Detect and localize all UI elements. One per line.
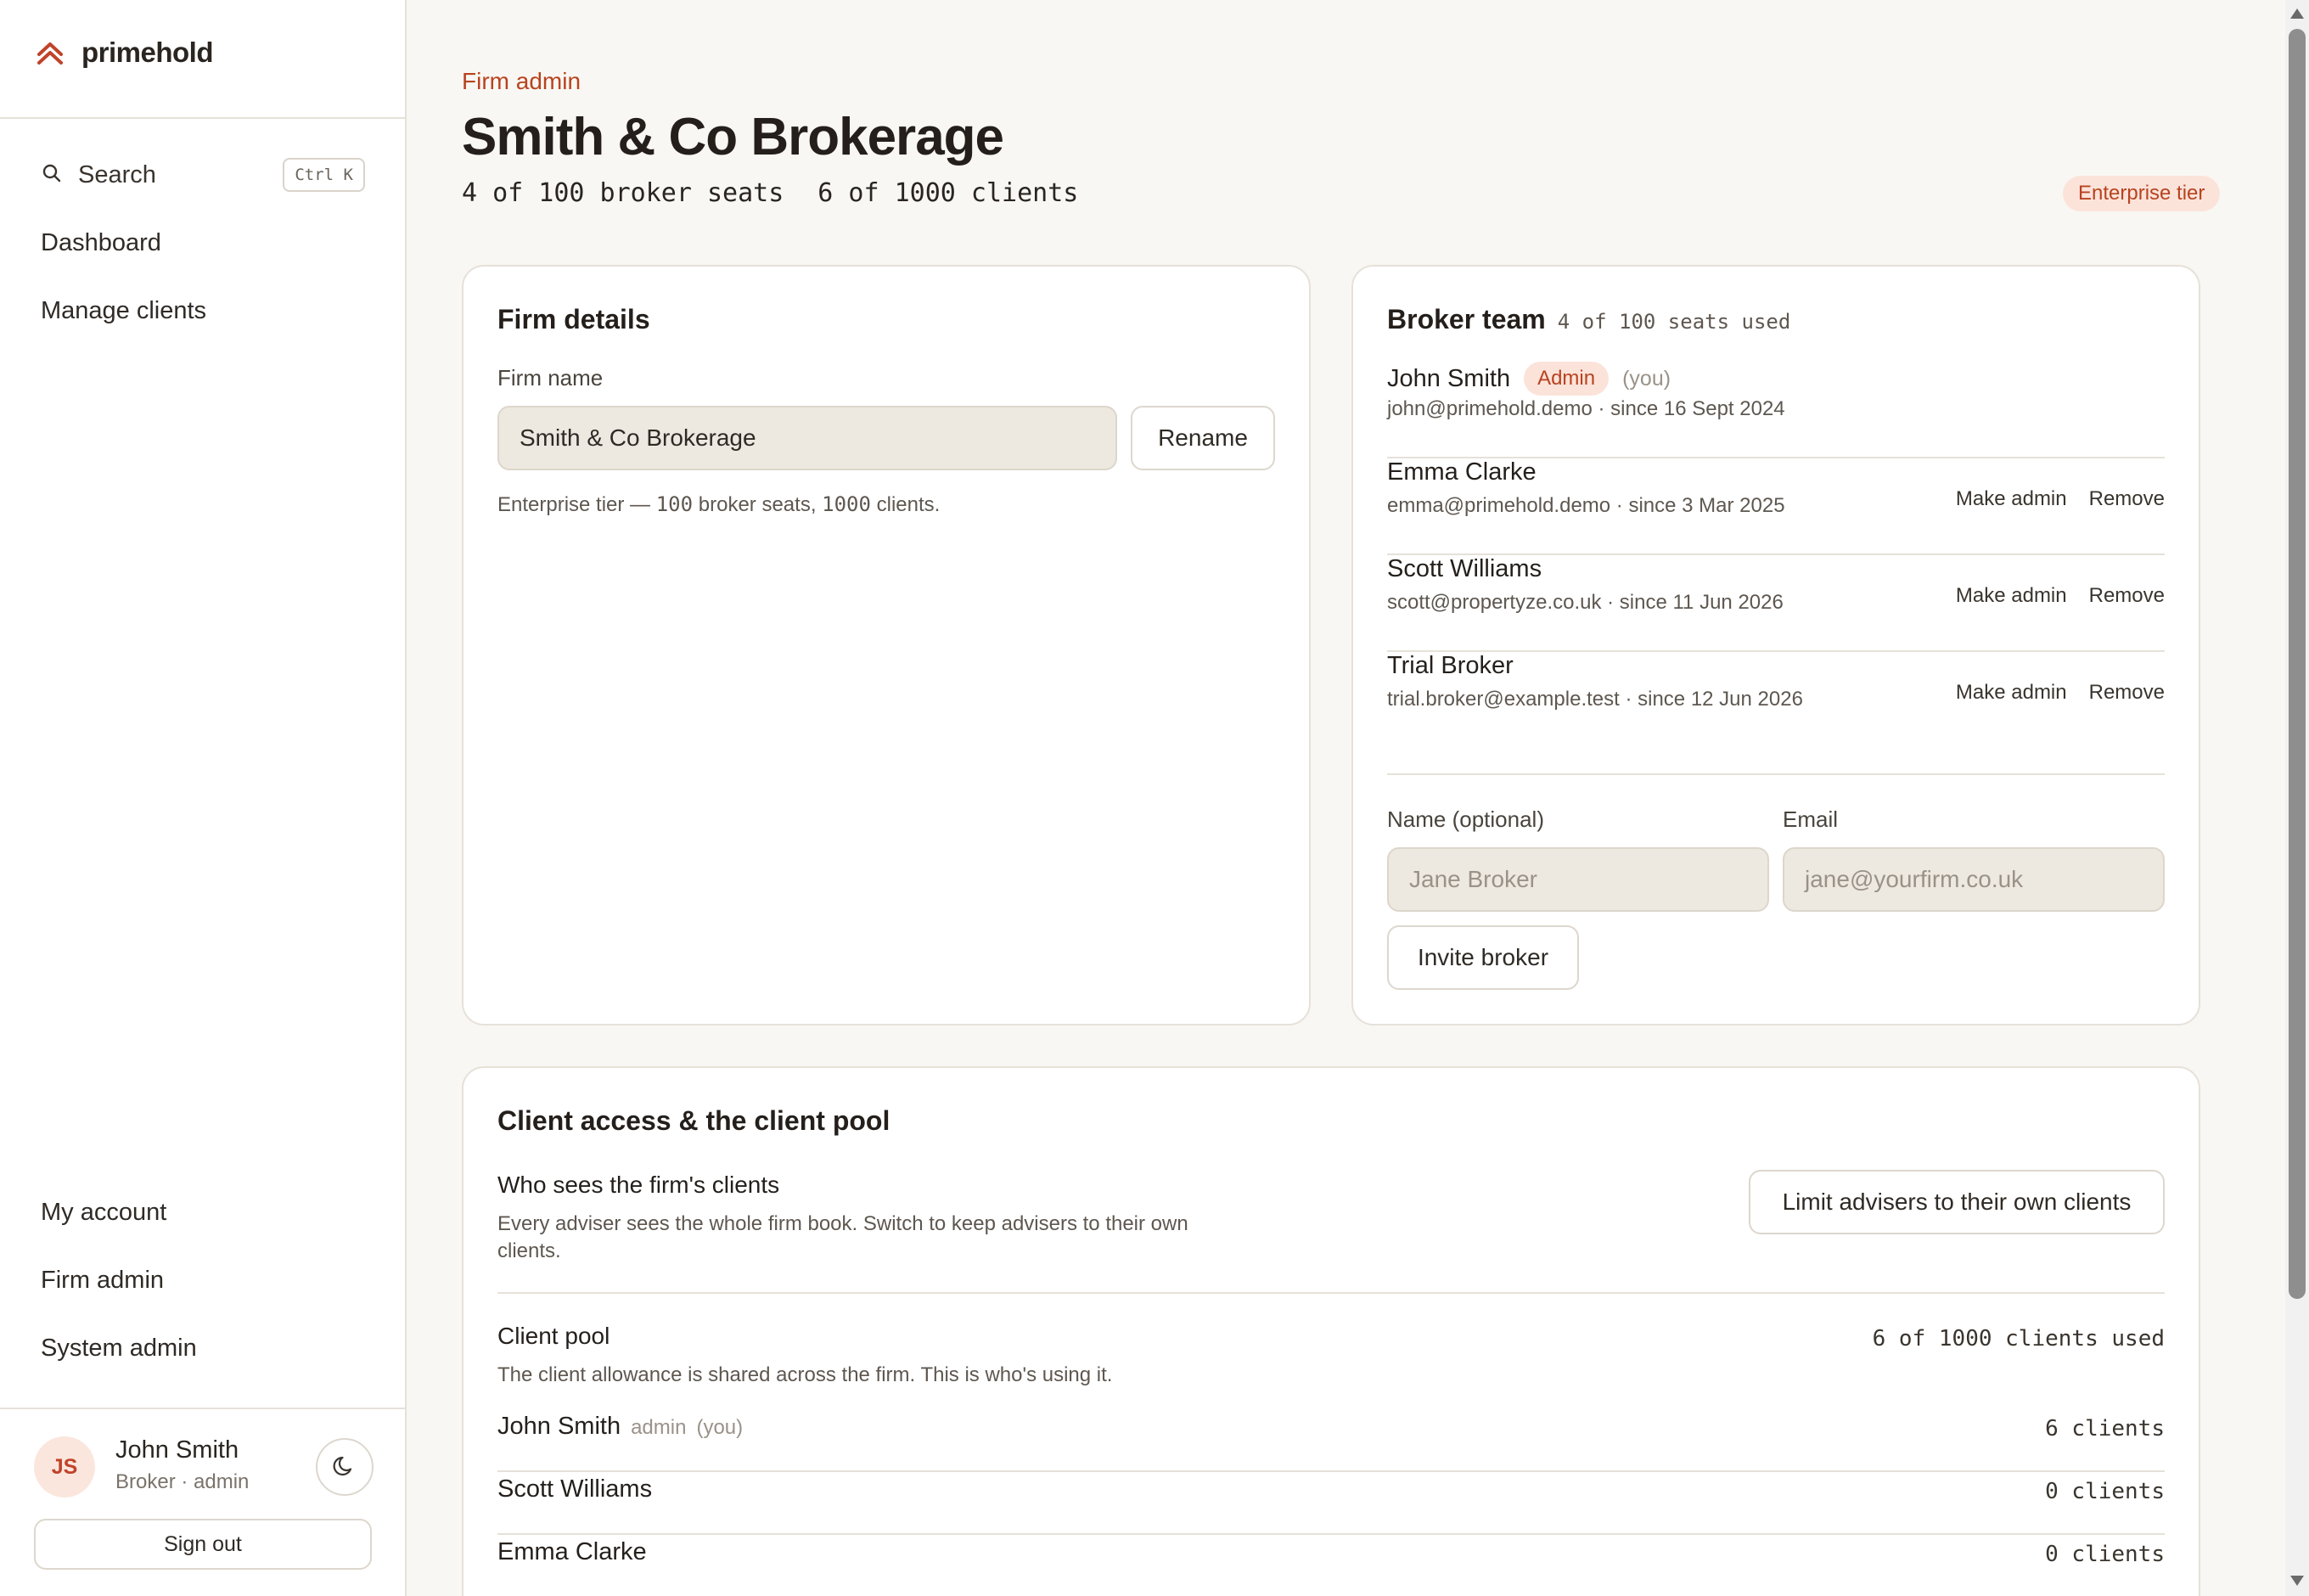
pool-member-role: admin [631, 1416, 687, 1439]
pool-client-count: 0 clients [2045, 1479, 2165, 1504]
you-indicator: (you) [696, 1416, 744, 1439]
rename-button[interactable]: Rename [1131, 406, 1275, 470]
tier-hint-prefix: Enterprise tier — [497, 493, 656, 516]
firm-stats: 4 of 100 broker seats 6 of 1000 clients [462, 178, 1078, 208]
invite-email-label: Email [1783, 806, 1839, 832]
section-divider [1387, 773, 2165, 775]
member-name: Emma Clarke [1387, 458, 1537, 486]
tier-hint-clients: 1000 [822, 492, 871, 516]
invite-name-input[interactable]: Jane Broker [1387, 847, 1769, 912]
client-pool-description: The client allowance is shared across th… [497, 1363, 1113, 1386]
page-eyebrow: Firm admin [462, 68, 581, 94]
user-name: John Smith [115, 1436, 239, 1464]
search-label: Search [78, 160, 156, 188]
scroll-up-arrow-icon[interactable] [2290, 8, 2304, 19]
you-indicator: (you) [1622, 366, 1671, 391]
scroll-down-arrow-icon[interactable] [2290, 1576, 2304, 1586]
app-logo[interactable]: primehold [34, 34, 214, 70]
remove-member-button[interactable]: Remove [2089, 681, 2165, 705]
invite-broker-button[interactable]: Invite broker [1387, 925, 1579, 990]
admin-badge: Admin [1524, 362, 1610, 396]
tier-hint-seats: 100 [655, 492, 694, 516]
member-meta: scott@propertyze.co.uk · since 11 Jun 20… [1387, 591, 1784, 614]
tier-hint-suffix: clients. [870, 493, 941, 516]
sidebar-item-firm-admin[interactable]: Firm admin [41, 1267, 164, 1295]
sidebar-item-system-admin[interactable]: System admin [41, 1335, 197, 1363]
visibility-description: Every adviser sees the whole firm book. … [497, 1212, 1188, 1262]
sidebar: primehold Search Ctrl K Dashboard Manage… [0, 0, 407, 1596]
pool-member-name: John Smith [497, 1413, 621, 1440]
moon-icon [332, 1453, 357, 1482]
scrollbar-thumb[interactable] [2289, 29, 2306, 1299]
sidebar-divider [0, 117, 405, 119]
broker-team-heading: Broker team [1387, 304, 1546, 334]
sidebar-item-manage-clients[interactable]: Manage clients [41, 297, 206, 325]
seats-stat: 4 of 100 broker seats [462, 178, 784, 208]
sidebar-search[interactable]: Search Ctrl K [41, 158, 365, 192]
seats-used: 4 of 100 seats used [1557, 310, 1791, 334]
pool-member-name: Scott Williams [497, 1475, 653, 1503]
make-admin-button[interactable]: Make admin [1956, 681, 2067, 705]
broker-team-title: Broker team 4 of 100 seats used [1387, 304, 1790, 335]
search-shortcut: Ctrl K [283, 158, 365, 192]
client-access-title: Client access & the client pool [497, 1105, 890, 1136]
avatar[interactable]: JS [34, 1436, 95, 1498]
remove-member-button[interactable]: Remove [2089, 584, 2165, 608]
pool-row: John Smith admin (you) 6 clients [497, 1406, 2165, 1469]
pool-row: Scott Williams 0 clients [497, 1469, 2165, 1531]
member-actions: Make admin Remove [1956, 681, 2165, 705]
sign-out-button[interactable]: Sign out [34, 1519, 372, 1570]
pool-client-count: 0 clients [2045, 1542, 2165, 1567]
clients-stat: 6 of 1000 clients [817, 178, 1079, 208]
vertical-scrollbar[interactable] [2285, 0, 2309, 1596]
firm-name-input[interactable]: Smith & Co Brokerage [497, 406, 1117, 470]
tier-hint-middle: broker seats, [693, 493, 823, 516]
team-member-row: Scott Williams scott@propertyze.co.uk · … [1387, 555, 2165, 652]
pool-name-line: John Smith admin (you) [497, 1413, 743, 1441]
make-admin-button[interactable]: Make admin [1956, 584, 2067, 608]
member-name: Trial Broker [1387, 652, 1514, 679]
user-card: JS John Smith Broker · admin [34, 1435, 374, 1499]
client-pool-heading: Client pool [497, 1323, 610, 1349]
tier-badge: Enterprise tier [2063, 176, 2221, 211]
team-member-row: John Smith Admin (you) john@primehold.de… [1387, 362, 2165, 458]
member-actions: Make admin Remove [1956, 487, 2165, 511]
client-pool-usage: 6 of 1000 clients used [1872, 1326, 2165, 1352]
limit-advisers-button[interactable]: Limit advisers to their own clients [1749, 1170, 2165, 1234]
sidebar-item-dashboard[interactable]: Dashboard [41, 229, 161, 257]
invite-email-input[interactable]: jane@yourfirm.co.uk [1783, 847, 2165, 912]
firm-name-label: Firm name [497, 365, 604, 391]
pool-client-count: 6 clients [2045, 1416, 2165, 1441]
invite-name-label: Name (optional) [1387, 806, 1544, 832]
member-meta: trial.broker@example.test · since 12 Jun… [1387, 688, 1803, 711]
app-name: primehold [81, 36, 214, 68]
team-member-row: Trial Broker trial.broker@example.test ·… [1387, 652, 2165, 749]
sidebar-divider [0, 1408, 405, 1409]
remove-member-button[interactable]: Remove [2089, 487, 2165, 511]
firm-details-title: Firm details [497, 304, 650, 334]
member-actions: Make admin Remove [1956, 584, 2165, 608]
member-meta: john@primehold.demo · since 16 Sept 2024 [1387, 397, 1785, 420]
team-member-row: Emma Clarke emma@primehold.demo · since … [1387, 458, 2165, 555]
page-title: Smith & Co Brokerage [462, 108, 1004, 166]
make-admin-button[interactable]: Make admin [1956, 487, 2067, 511]
visibility-heading: Who sees the firm's clients [497, 1172, 780, 1198]
theme-toggle-button[interactable] [316, 1438, 374, 1496]
chevron-up-logo-icon [34, 34, 66, 70]
member-name: Scott Williams [1387, 555, 1542, 582]
search-icon [41, 162, 63, 188]
sidebar-item-my-account[interactable]: My account [41, 1199, 166, 1227]
member-name: John Smith [1387, 364, 1511, 392]
tier-hint: Enterprise tier — 100 broker seats, 1000… [497, 492, 940, 517]
member-name-line: John Smith Admin (you) [1387, 362, 1671, 396]
pool-member-name: Emma Clarke [497, 1538, 647, 1565]
section-divider [497, 1292, 2165, 1294]
user-role: Broker · admin [115, 1470, 250, 1493]
member-meta: emma@primehold.demo · since 3 Mar 2025 [1387, 494, 1785, 517]
pool-row: Emma Clarke 0 clients [497, 1531, 2165, 1594]
